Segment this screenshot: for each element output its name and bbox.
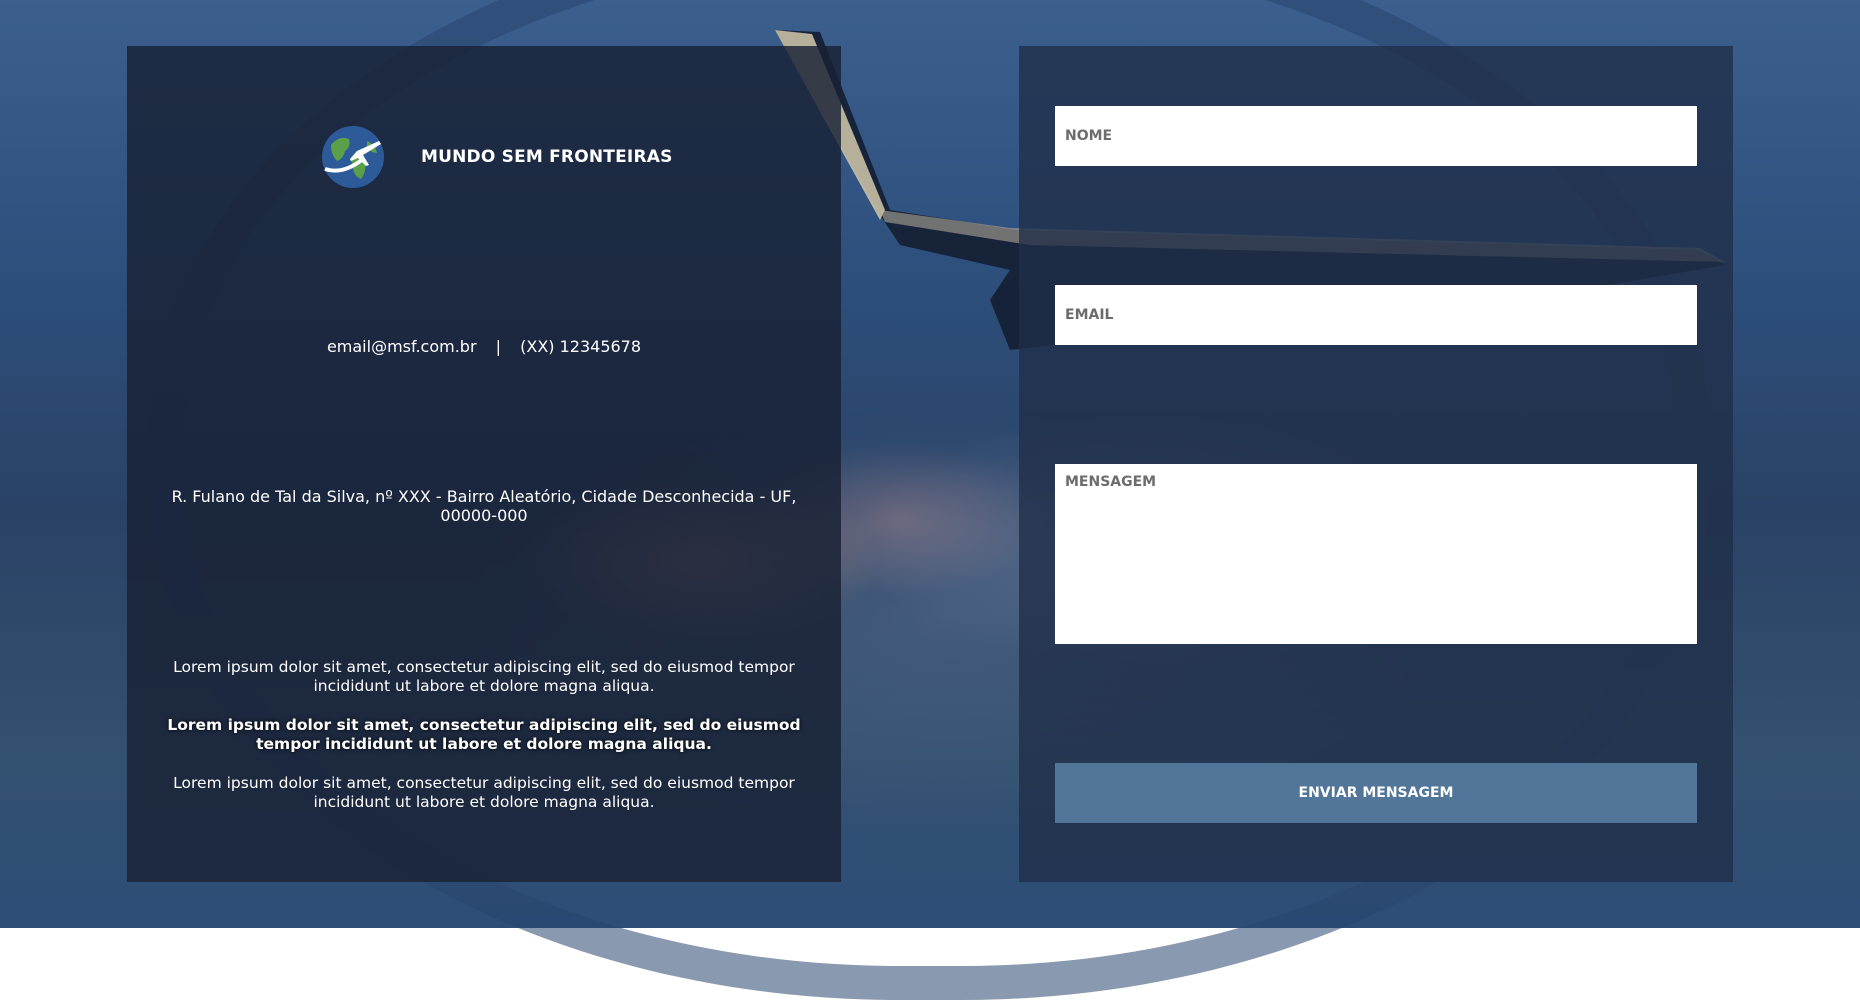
name-field[interactable]	[1055, 106, 1697, 166]
contact-line: email@msf.com.br | (XX) 12345678	[127, 337, 841, 356]
about-paragraph: Lorem ipsum dolor sit amet, consectetur …	[173, 774, 795, 811]
brand: MUNDO SEM FRONTEIRAS	[321, 125, 673, 189]
send-message-button[interactable]: ENVIAR MENSAGEM	[1055, 763, 1697, 823]
about-paragraph-bold: Lorem ipsum dolor sit amet, consectetur …	[167, 716, 801, 753]
contact-phone[interactable]: (XX) 12345678	[520, 337, 641, 356]
contact-form-panel: ENVIAR MENSAGEM	[1019, 46, 1733, 882]
about-paragraph: Lorem ipsum dolor sit amet, consectetur …	[173, 658, 795, 695]
contact-address: R. Fulano de Tal da Silva, nº XXX - Bair…	[171, 487, 797, 525]
brand-name: MUNDO SEM FRONTEIRAS	[421, 147, 673, 167]
email-field[interactable]	[1055, 285, 1697, 345]
message-field[interactable]	[1055, 464, 1697, 644]
contact-separator: |	[495, 337, 502, 356]
contact-info-panel: MUNDO SEM FRONTEIRAS email@msf.com.br | …	[127, 46, 841, 882]
globe-airplane-icon	[322, 126, 384, 188]
contact-email[interactable]: email@msf.com.br	[327, 337, 477, 356]
